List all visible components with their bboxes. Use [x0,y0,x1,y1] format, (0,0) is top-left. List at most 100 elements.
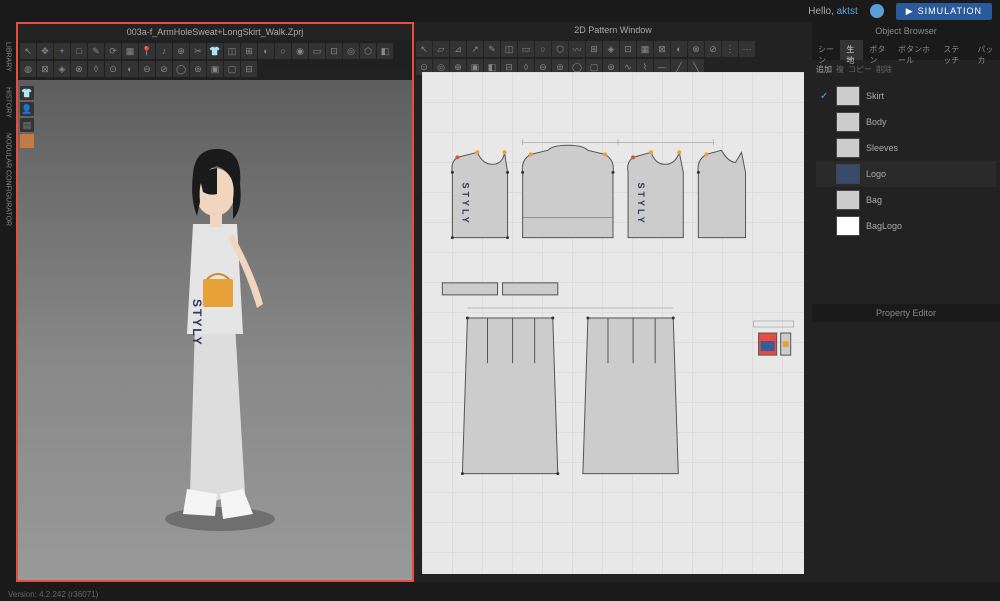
simulation-button[interactable]: ▶ SIMULATION [896,3,992,20]
tab-scene[interactable]: シーン [812,40,840,60]
tool-icon[interactable]: ⊡ [326,43,342,59]
tool-icon[interactable]: ▢ [224,61,240,77]
tab-pucker[interactable]: パッカ [971,40,1000,60]
layer-item-body[interactable]: Body [816,109,996,135]
action-add[interactable]: 追加 [816,64,832,75]
tool-icon[interactable]: ◊ [88,61,104,77]
tool-icon[interactable]: ⊚ [190,61,206,77]
layers-icon[interactable]: ▤ [20,118,34,132]
tool-icon[interactable]: ◐ [258,43,274,59]
tool-icon[interactable]: ▭ [309,43,325,59]
tool-icon[interactable]: ⊘ [705,41,721,57]
check-icon [820,143,830,153]
tool-icon[interactable]: ◍ [20,61,36,77]
layer-item-baglogo[interactable]: BagLogo [816,213,996,239]
action-dup[interactable]: 複 [836,64,844,75]
tool-icon[interactable]: ⊟ [241,61,257,77]
action-copy[interactable]: コピー [848,64,872,75]
cloud-sync-icon[interactable] [870,4,884,18]
tool-icon[interactable]: ○ [275,43,291,59]
pen-tool-icon[interactable]: ✎ [484,41,500,57]
tab-stitch[interactable]: ステッチ [937,40,971,60]
select-tool-icon[interactable]: ↖ [20,43,36,59]
tool-icon[interactable]: ◉ [292,43,308,59]
layer-item-sleeves[interactable]: Sleeves [816,135,996,161]
tool-icon[interactable]: ⊘ [156,61,172,77]
tool-icon[interactable]: ▱ [433,41,449,57]
pattern-bag[interactable] [754,321,794,355]
add-tool-icon[interactable]: + [54,43,70,59]
shirt-tool-icon[interactable]: 👕 [207,43,223,59]
tool-icon[interactable]: ⬡ [360,43,376,59]
pattern-skirt-left[interactable] [461,316,559,475]
tool-icon[interactable]: ↗ [467,41,483,57]
object-browser-title: Object Browser [812,22,1000,40]
tool-icon[interactable]: ⊖ [139,61,155,77]
tool-icon[interactable]: ⋮ [722,41,738,57]
tool-icon[interactable]: ⟳ [105,43,121,59]
tool-icon[interactable]: ⊡ [620,41,636,57]
tool-icon[interactable]: ⬡ [552,41,568,57]
user-icon[interactable]: 👤 [20,102,34,116]
pattern-strip[interactable] [503,283,558,295]
pattern-piece-front[interactable]: STYLY [451,150,509,239]
tool-icon[interactable]: ▣ [207,61,223,77]
avatar-3d-model[interactable]: STYLY [125,124,305,537]
select-2d-icon[interactable]: ↖ [416,41,432,57]
tool-icon[interactable]: ▭ [518,41,534,57]
tool-icon[interactable]: ○ [535,41,551,57]
pin-tool-icon[interactable]: 📍 [139,43,155,59]
tool-icon[interactable]: ◯ [173,61,189,77]
layer-item-logo[interactable]: Logo [816,161,996,187]
viewport-3d[interactable]: 003a-f_ArmHoleSweat+LongSkirt_Walk.Zprj … [16,22,414,582]
username-link[interactable]: aktst [837,6,858,17]
tool-icon[interactable]: ◎ [343,43,359,59]
pattern-piece-back[interactable]: STYLY [628,150,684,237]
rail-tab-library[interactable]: LIBRARY [5,42,12,72]
layer-item-skirt[interactable]: ✓ Skirt [816,83,996,109]
pattern-strip[interactable] [442,283,497,295]
tool-icon[interactable]: ♪ [156,43,172,59]
pattern-piece-side[interactable] [697,150,746,237]
pattern-skirt-right[interactable] [583,316,678,473]
tool-icon[interactable]: ◐ [671,41,687,57]
tab-fabric[interactable]: 生地 [840,40,863,60]
option-icon[interactable]: ● [20,134,34,148]
swatch [836,112,860,132]
tool-icon[interactable]: ◐ [122,61,138,77]
tool-icon[interactable]: ⊞ [241,43,257,59]
edit-tool-icon[interactable]: ✎ [88,43,104,59]
tool-icon[interactable]: ✂ [190,43,206,59]
tool-icon[interactable]: ⊞ [586,41,602,57]
tool-icon[interactable]: ◈ [603,41,619,57]
layer-item-bag[interactable]: Bag [816,187,996,213]
tool-icon[interactable]: ◫ [501,41,517,57]
tool-icon[interactable]: ⊠ [37,61,53,77]
tool-icon[interactable]: ⋯ [739,41,755,57]
tool-icon[interactable]: ◈ [54,61,70,77]
tab-button[interactable]: ボタン [863,40,892,60]
tool-icon[interactable]: ◫ [224,43,240,59]
tool-icon[interactable]: ⊠ [654,41,670,57]
rect-tool-icon[interactable]: □ [71,43,87,59]
rail-tab-history[interactable]: HISTORY [5,87,12,118]
tool-icon[interactable]: ⊗ [688,41,704,57]
action-delete[interactable]: 削除 [876,64,892,75]
avatar-icon[interactable]: 👕 [20,86,34,100]
viewport-2d[interactable]: 2D Pattern Window ↖ ▱ ⊿ ↗ ✎ ◫ ▭ ○ ⬡ 〰 ⊞ … [414,22,812,582]
tab-buttonhole[interactable]: ボタンホール [892,40,937,60]
pattern-piece-mid[interactable] [521,145,614,237]
tool-icon[interactable]: ⊿ [450,41,466,57]
tool-icon[interactable]: ⊙ [105,61,121,77]
tool-icon[interactable]: 〰 [569,41,585,57]
tool-icon[interactable]: ⊗ [71,61,87,77]
tool-icon[interactable]: ▦ [122,43,138,59]
pattern-canvas[interactable]: STYLY STYLY [422,72,804,574]
tool-icon[interactable]: ◧ [377,43,393,59]
tool-icon[interactable]: ⊕ [173,43,189,59]
rail-tab-modular[interactable]: MODULAR CONFIGURATOR [5,133,12,226]
layer-label: Sleeves [866,143,898,153]
move-tool-icon[interactable]: ✥ [37,43,53,59]
tool-icon[interactable]: ▦ [637,41,653,57]
toolbar-3d: ↖ ✥ + □ ✎ ⟳ ▦ 📍 ♪ ⊕ ✂ 👕 ◫ ⊞ ◐ ○ ◉ ▭ ⊡ ◎ [18,40,412,80]
